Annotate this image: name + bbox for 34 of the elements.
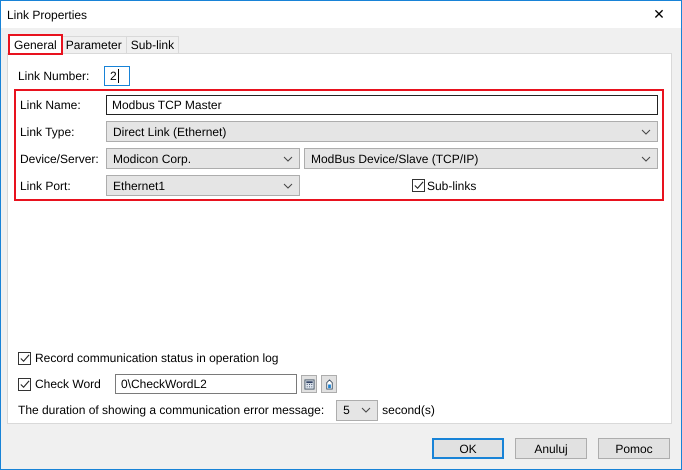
- tab[interactable]: Sub-link: [126, 36, 180, 53]
- dialog-button[interactable]: Anuluj: [515, 438, 587, 459]
- calculator-icon[interactable]: [301, 375, 317, 393]
- chevron-down-icon: [641, 156, 651, 162]
- checkbox[interactable]: [18, 378, 31, 390]
- tab[interactable]: General: [9, 35, 62, 54]
- field-label: Link Port:: [20, 178, 72, 192]
- dialog-button[interactable]: Pomoc: [598, 438, 670, 459]
- checkbox[interactable]: [412, 179, 425, 192]
- device-dropdown[interactable]: ModBus Device/Slave (TCP/IP): [304, 148, 658, 169]
- unit-label: second(s): [382, 403, 435, 417]
- checkbox[interactable]: [18, 352, 31, 364]
- checkbox-label: Record communication status in operation log: [35, 351, 278, 365]
- link-name-field[interactable]: Modbus TCP Master: [106, 94, 658, 114]
- dialog-button[interactable]: OK: [432, 438, 504, 459]
- field-label: Link Name:: [20, 98, 82, 112]
- vendor-dropdown[interactable]: Modicon Corp.: [106, 148, 300, 169]
- link-number-field[interactable]: 2: [104, 66, 130, 86]
- field-label: Device/Server:: [20, 152, 100, 166]
- field-label: The duration of showing a communication error message:: [18, 403, 324, 417]
- duration-dropdown[interactable]: 5: [336, 400, 378, 420]
- tag-icon[interactable]: [321, 375, 337, 393]
- checkbox-label: Check Word: [35, 377, 102, 391]
- field-label: Link Type:: [20, 124, 76, 138]
- link-type-dropdown[interactable]: Direct Link (Ethernet): [106, 121, 658, 142]
- check-word-field[interactable]: 0\CheckWordL2: [115, 374, 297, 394]
- link-port-dropdown[interactable]: Ethernet1: [106, 175, 300, 196]
- window-title: Link Properties: [6, 8, 88, 22]
- chevron-down-icon: [283, 156, 293, 162]
- chevron-down-icon: [361, 407, 372, 413]
- checkbox-label: Sub-links: [427, 178, 476, 192]
- chevron-down-icon: [641, 128, 651, 134]
- chevron-down-icon: [283, 182, 293, 188]
- field-label: Link Number:: [18, 69, 90, 83]
